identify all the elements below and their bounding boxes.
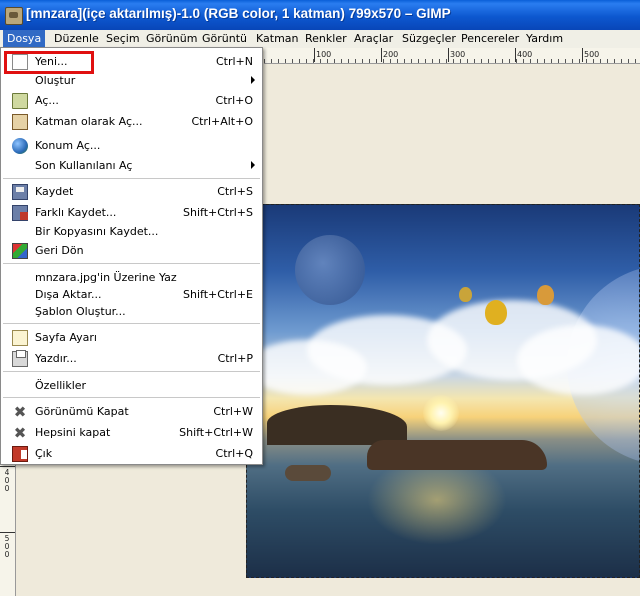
menu-item-close-view[interactable]: ✖ Görünümü Kapat Ctrl+W [2,402,262,422]
menu-yardim[interactable]: Yardım [522,30,567,48]
menu-item-open-location[interactable]: Konum Aç... [2,136,262,156]
menu-pencereler[interactable]: Pencereler [457,30,523,48]
menu-suzgecler[interactable]: Süzgeçler [398,30,460,48]
menu-gorunum[interactable]: Görünüm [142,30,201,48]
balloon-graphic [459,287,472,302]
menu-araclar[interactable]: Araçlar [350,30,397,48]
window-title: [mnzara](içe aktarılmış)-1.0 (RGB color,… [26,6,451,21]
ruler-tick-label: 5 [4,534,10,543]
menu-item-save-copy[interactable]: Bir Kopyasını Kaydet... [2,222,262,242]
sun-graphic [423,395,459,431]
ruler-tick-label: 4 [4,468,10,477]
close-all-icon: ✖ [13,424,27,442]
file-menu: Yeni... Ctrl+N Oluştur Aç... Ctrl+O Katm… [0,47,263,465]
ruler-tick-label: 100 [313,48,332,62]
planet-graphic [295,235,365,305]
print-icon [12,350,28,367]
menu-item-create[interactable]: Oluştur [2,71,262,91]
menu-duzenle[interactable]: Düzenle [50,30,103,48]
ruler-tick-label: 300 [447,48,466,62]
page-setup-icon [12,330,28,346]
layer-open-icon [12,114,28,130]
rock-graphic [285,465,331,481]
ruler-tick-label: 200 [380,48,399,62]
highlight-box [4,51,94,74]
ruler-tick-label: 400 [514,48,533,62]
close-icon: ✖ [13,403,27,421]
menu-item-open-recent[interactable]: Son Kullanılanı Aç [2,156,262,176]
quit-icon [12,446,28,462]
menu-item-open[interactable]: Aç... Ctrl+O [2,91,262,111]
menu-secim[interactable]: Seçim [102,30,144,48]
menu-item-quit[interactable]: Çık Ctrl+Q [2,444,262,464]
menu-separator [3,263,260,264]
menu-item-properties[interactable]: Özellikler [2,376,262,396]
menu-item-open-as-layer[interactable]: Katman olarak Aç... Ctrl+Alt+O [2,112,262,132]
menu-separator [3,323,260,324]
ruler-tick-label: 0 [4,476,10,485]
menu-item-save[interactable]: Kaydet Ctrl+S [2,182,262,202]
island-graphic [367,440,547,470]
ruler-tick-label: 0 [4,550,10,559]
menu-goruntu[interactable]: Görüntü [198,30,251,48]
menu-item-page-setup[interactable]: Sayfa Ayarı [2,328,262,348]
menu-item-save-as[interactable]: Farklı Kaydet... Shift+Ctrl+S [2,203,262,223]
horizontal-ruler[interactable]: 100 200 300 400 500 [264,48,640,64]
image-canvas[interactable] [246,204,640,578]
gimp-app-icon [5,7,23,25]
menu-item-close-all[interactable]: ✖ Hepsini kapat Shift+Ctrl+W [2,423,262,443]
cloud-graphic [247,340,367,395]
ruler-tick [0,532,15,533]
balloon-graphic [485,300,507,325]
submenu-arrow-icon [251,161,255,169]
island-graphic [267,405,407,445]
menu-dosya[interactable]: Dosya [3,30,46,48]
menu-separator [3,397,260,398]
save-as-icon [12,205,28,221]
submenu-arrow-icon [251,76,255,84]
ruler-tick-label: 0 [4,542,10,551]
save-icon [12,184,28,200]
ruler-tick [0,466,15,467]
menu-separator [3,371,260,372]
ruler-tick-label: 0 [4,484,10,493]
cloud-graphic [517,325,639,395]
revert-icon [12,243,28,259]
menu-item-revert[interactable]: Geri Dön [2,241,262,261]
folder-open-icon [12,93,28,109]
window-titlebar[interactable]: [mnzara](içe aktarılmış)-1.0 (RGB color,… [0,0,640,30]
ruler-tick-label: 500 [581,48,600,62]
globe-icon [12,138,28,154]
menu-item-print[interactable]: Yazdır... Ctrl+P [2,349,262,369]
balloon-graphic [537,285,554,305]
menu-separator [3,178,260,179]
menu-renkler[interactable]: Renkler [301,30,351,48]
menu-katman[interactable]: Katman [252,30,303,48]
menu-item-create-template[interactable]: Şablon Oluştur... [2,302,262,322]
